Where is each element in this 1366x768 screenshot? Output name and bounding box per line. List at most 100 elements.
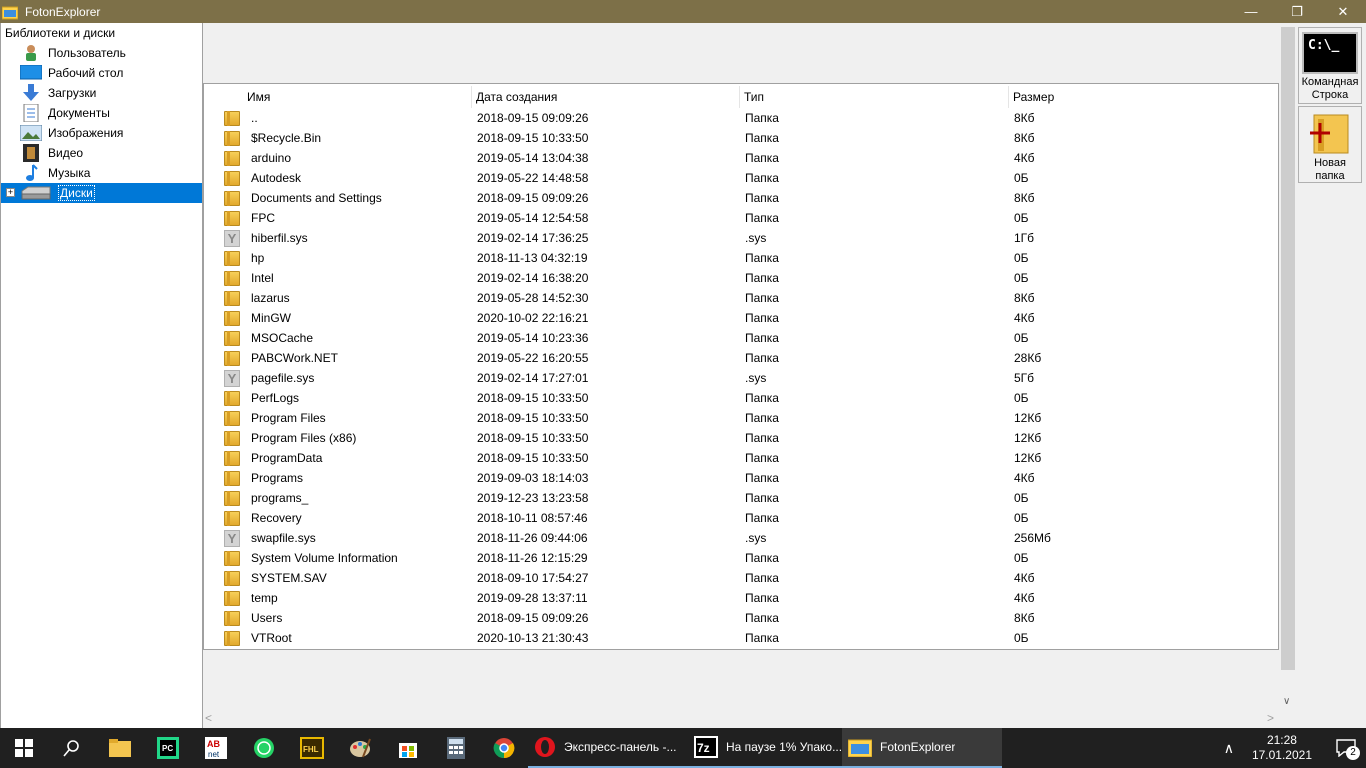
date-cell: 2019-05-14 13:04:38 xyxy=(477,151,589,165)
file-name: PerfLogs xyxy=(251,391,300,405)
tree-item-desktop[interactable]: Рабочий стол xyxy=(1,63,202,83)
table-row[interactable]: Ypagefile.sys 2019-02-14 17:27:01 .sys 5Гб xyxy=(204,368,1278,388)
clock[interactable]: 21:28 17.01.2021 xyxy=(1252,733,1312,763)
file-list[interactable]: Имя Дата создания Тип Размер .. 2018-09-1… xyxy=(203,83,1279,650)
table-row[interactable]: SYSTEM.SAV 2018-09-10 17:54:27 Папка 4Кб xyxy=(204,568,1278,588)
taskbar-file-explorer[interactable] xyxy=(96,728,144,768)
table-row[interactable]: .. 2018-09-15 09:09:26 Папка 8Кб xyxy=(204,108,1278,128)
table-row[interactable]: FPC 2019-05-14 12:54:58 Папка 0Б xyxy=(204,208,1278,228)
table-row[interactable]: Programs 2019-09-03 18:14:03 Папка 4Кб xyxy=(204,468,1278,488)
table-row[interactable]: Recovery 2018-10-11 08:57:46 Папка 0Б xyxy=(204,508,1278,528)
command-line-button[interactable]: C:\_ Командная Строка xyxy=(1298,27,1362,104)
folder-icon xyxy=(223,629,241,647)
folder-icon xyxy=(223,389,241,407)
taskbar-app-label: Экспресс-панель -... xyxy=(564,740,677,754)
folder-icon xyxy=(223,349,241,367)
taskbar-app-opera[interactable]: Экспресс-панель -... xyxy=(528,728,688,768)
taskbar-store[interactable] xyxy=(384,728,432,768)
table-row[interactable]: Documents and Settings 2018-09-15 09:09:2… xyxy=(204,188,1278,208)
size-cell: 0Б xyxy=(1014,551,1029,565)
taskbar-chrome[interactable] xyxy=(480,728,528,768)
tree-root-label[interactable]: Библиотеки и диски xyxy=(1,23,202,43)
taskbar-app-fotonexplorer[interactable]: FotonExplorer xyxy=(842,728,1002,768)
minimize-button[interactable]: — xyxy=(1228,0,1274,23)
table-row[interactable]: MinGW 2020-10-02 22:16:21 Папка 4Кб xyxy=(204,308,1278,328)
taskbar-fhl[interactable]: FHL xyxy=(288,728,336,768)
scrollbar-thumb[interactable] xyxy=(1281,27,1295,670)
chevron-up-icon[interactable]: ∧ xyxy=(1224,740,1234,757)
table-row[interactable]: Program Files 2018-09-15 10:33:50 Папка 12К… xyxy=(204,408,1278,428)
file-name: Users xyxy=(251,611,283,625)
folder-icon xyxy=(223,269,241,287)
folder-icon xyxy=(223,169,241,187)
tree-item-video[interactable]: Видео xyxy=(1,143,202,163)
table-row[interactable]: PerfLogs 2018-09-15 10:33:50 Папка 0Б xyxy=(204,388,1278,408)
tree-item-label: Пользователь xyxy=(48,46,126,60)
table-row[interactable]: MSOCache 2019-05-14 10:23:36 Папка 0Б xyxy=(204,328,1278,348)
tree-item-music[interactable]: Музыка xyxy=(1,163,202,183)
date-cell: 2019-05-14 10:23:36 xyxy=(477,331,589,345)
table-row[interactable]: programs_ 2019-12-23 13:23:58 Папка 0Б xyxy=(204,488,1278,508)
taskbar-calculator[interactable] xyxy=(432,728,480,768)
library-tree[interactable]: Библиотеки и диски Пользователь Рабочий … xyxy=(0,23,203,728)
table-row[interactable]: Autodesk 2019-05-22 14:48:58 Папка 0Б xyxy=(204,168,1278,188)
size-cell: 0Б xyxy=(1014,491,1029,505)
new-folder-button[interactable]: Новая папка xyxy=(1298,106,1362,183)
size-cell: 4Кб xyxy=(1014,311,1035,325)
notification-button[interactable]: 2 xyxy=(1326,728,1366,768)
taskbar-abbyy[interactable]: AB net xyxy=(192,728,240,768)
table-row[interactable]: VTRoot 2020-10-13 21:30:43 Папка 0Б xyxy=(204,628,1278,648)
scroll-left-icon[interactable]: < xyxy=(205,711,212,725)
date-cell: 2019-05-22 16:20:55 xyxy=(477,351,589,365)
terminal-icon: C:\_ xyxy=(1302,32,1358,74)
table-row[interactable]: Yswapfile.sys 2018-11-26 09:44:06 .sys 256М… xyxy=(204,528,1278,548)
date-cell: 2018-09-15 10:33:50 xyxy=(477,411,589,425)
restore-button[interactable]: ❐ xyxy=(1274,0,1320,23)
clock-date: 17.01.2021 xyxy=(1251,748,1312,762)
tree-item-images[interactable]: Изображения xyxy=(1,123,202,143)
size-cell: 4Кб xyxy=(1014,151,1035,165)
file-name: pagefile.sys xyxy=(251,371,315,385)
size-cell: 0Б xyxy=(1014,251,1029,265)
table-row[interactable]: System Volume Information 2018-11-26 12:1… xyxy=(204,548,1278,568)
table-row[interactable]: hp 2018-11-13 04:32:19 Папка 0Б xyxy=(204,248,1278,268)
column-header-date[interactable]: Дата создания xyxy=(472,86,740,108)
column-header-size[interactable]: Размер xyxy=(1009,86,1278,108)
close-button[interactable]: ✕ xyxy=(1320,0,1366,23)
taskbar-app-7zip[interactable]: 7z На паузе 1% Упако... xyxy=(688,728,842,768)
tree-item-documents[interactable]: Документы xyxy=(1,103,202,123)
horizontal-scrollbar[interactable]: < > xyxy=(203,710,1280,728)
name-cell: SYSTEM.SAV xyxy=(204,569,472,587)
date-cell: 2018-11-26 09:44:06 xyxy=(477,531,588,545)
table-row[interactable]: ProgramData 2018-09-15 10:33:50 Папка 12Кб xyxy=(204,448,1278,468)
table-row[interactable]: arduino 2019-05-14 13:04:38 Папка 4Кб xyxy=(204,148,1278,168)
table-row[interactable]: Intel 2019-02-14 16:38:20 Папка 0Б xyxy=(204,268,1278,288)
name-cell: ProgramData xyxy=(204,449,472,467)
taskbar-whatsapp[interactable] xyxy=(240,728,288,768)
type-cell: Папка xyxy=(745,631,779,645)
scroll-down-icon[interactable]: ∨ xyxy=(1283,696,1290,707)
table-row[interactable]: lazarus 2019-05-28 14:52:30 Папка 8Кб xyxy=(204,288,1278,308)
column-header-name[interactable]: Имя xyxy=(204,86,472,108)
scroll-right-icon[interactable]: > xyxy=(1267,711,1274,725)
name-cell: PABCWork.NET xyxy=(204,349,472,367)
table-row[interactable]: PABCWork.NET 2019-05-22 16:20:55 Папка 28Кб xyxy=(204,348,1278,368)
tree-item-disks[interactable]: + Диски xyxy=(1,183,202,203)
tree-item-label: Изображения xyxy=(48,126,124,140)
tree-item-downloads[interactable]: Загрузки xyxy=(1,83,202,103)
tree-item-user[interactable]: Пользователь xyxy=(1,43,202,63)
table-row[interactable]: temp 2019-09-28 13:37:11 Папка 4Кб xyxy=(204,588,1278,608)
table-row[interactable]: $Recycle.Bin 2018-09-15 10:33:50 Папка 8Кб xyxy=(204,128,1278,148)
search-button[interactable] xyxy=(48,728,96,768)
vertical-scrollbar[interactable]: ∨ xyxy=(1280,23,1296,728)
type-cell: Папка xyxy=(745,511,779,525)
table-row[interactable]: Program Files (x86) 2018-09-15 10:33:50 Па… xyxy=(204,428,1278,448)
column-header-type[interactable]: Тип xyxy=(740,86,1009,108)
table-row[interactable]: Yhiberfil.sys 2019-02-14 17:36:25 .sys 1Гб xyxy=(204,228,1278,248)
start-button[interactable] xyxy=(0,728,48,768)
table-row[interactable]: Users 2018-09-15 09:09:26 Папка 8Кб xyxy=(204,608,1278,628)
taskbar-paint[interactable] xyxy=(336,728,384,768)
expand-toggle[interactable]: + xyxy=(6,188,15,197)
size-cell: 8Кб xyxy=(1014,191,1035,205)
taskbar-pycharm[interactable]: PC xyxy=(144,728,192,768)
